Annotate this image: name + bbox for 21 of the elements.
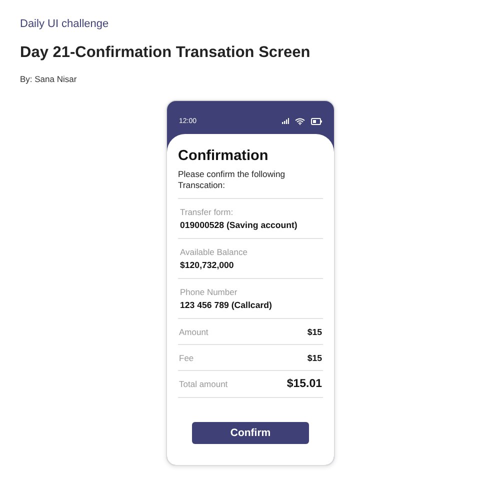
page-title: Day 21-Confirmation Transation Screen xyxy=(20,44,312,62)
detail-label: Available Balance xyxy=(180,246,248,257)
series-label: Daily UI challenge xyxy=(20,18,110,30)
wifi-icon xyxy=(295,118,305,124)
signal-icon xyxy=(282,118,289,124)
detail-label: Amount xyxy=(179,326,208,337)
author-label: By: Sana Nisar xyxy=(20,74,78,84)
battery-icon xyxy=(311,118,322,124)
detail-value: 123 456 789 (Callcard) xyxy=(180,300,273,310)
detail-label: Fee xyxy=(179,352,194,363)
detail-value: $15 xyxy=(307,326,322,337)
detail-value: $120,732,000 xyxy=(180,260,235,270)
detail-value: 019000528 (Saving account) xyxy=(180,220,298,230)
detail-label: Transfer form: xyxy=(180,206,234,217)
detail-value: $15 xyxy=(307,352,322,363)
total-value: $15.01 xyxy=(286,378,322,390)
confirm-button[interactable]: Confirm xyxy=(192,422,309,444)
detail-label: Total amount xyxy=(179,379,228,390)
confirmation-heading: Confirmation xyxy=(178,148,270,164)
intro-text: Please confirm the following Transcation: xyxy=(178,169,286,190)
detail-label: Phone Number xyxy=(180,286,238,297)
